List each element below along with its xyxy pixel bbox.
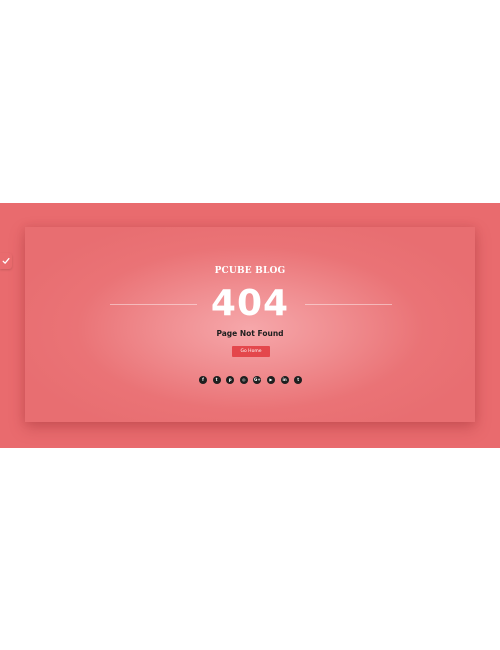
- error-code: 404: [210, 283, 290, 324]
- google-plus-icon[interactable]: G+: [253, 376, 262, 384]
- linkedin-icon[interactable]: in: [280, 376, 289, 384]
- twitter-icon[interactable]: t: [212, 376, 221, 384]
- pinterest-icon[interactable]: p: [226, 376, 235, 384]
- instagram-icon[interactable]: ◎: [239, 376, 248, 384]
- checkmark-icon: [2, 257, 10, 264]
- tumblr-icon[interactable]: t: [294, 376, 303, 384]
- page: PCUBE BLOG 404 Page Not Found Go Home f …: [0, 0, 500, 650]
- blog-title[interactable]: PCUBE BLOG: [0, 266, 500, 276]
- social-links: f t p ◎ G+ ▶ in t: [199, 376, 303, 384]
- go-home-button[interactable]: Go Home: [232, 346, 270, 357]
- error-message: Page Not Found: [216, 329, 284, 338]
- youtube-icon[interactable]: ▶: [266, 376, 275, 384]
- facebook-icon[interactable]: f: [199, 376, 207, 384]
